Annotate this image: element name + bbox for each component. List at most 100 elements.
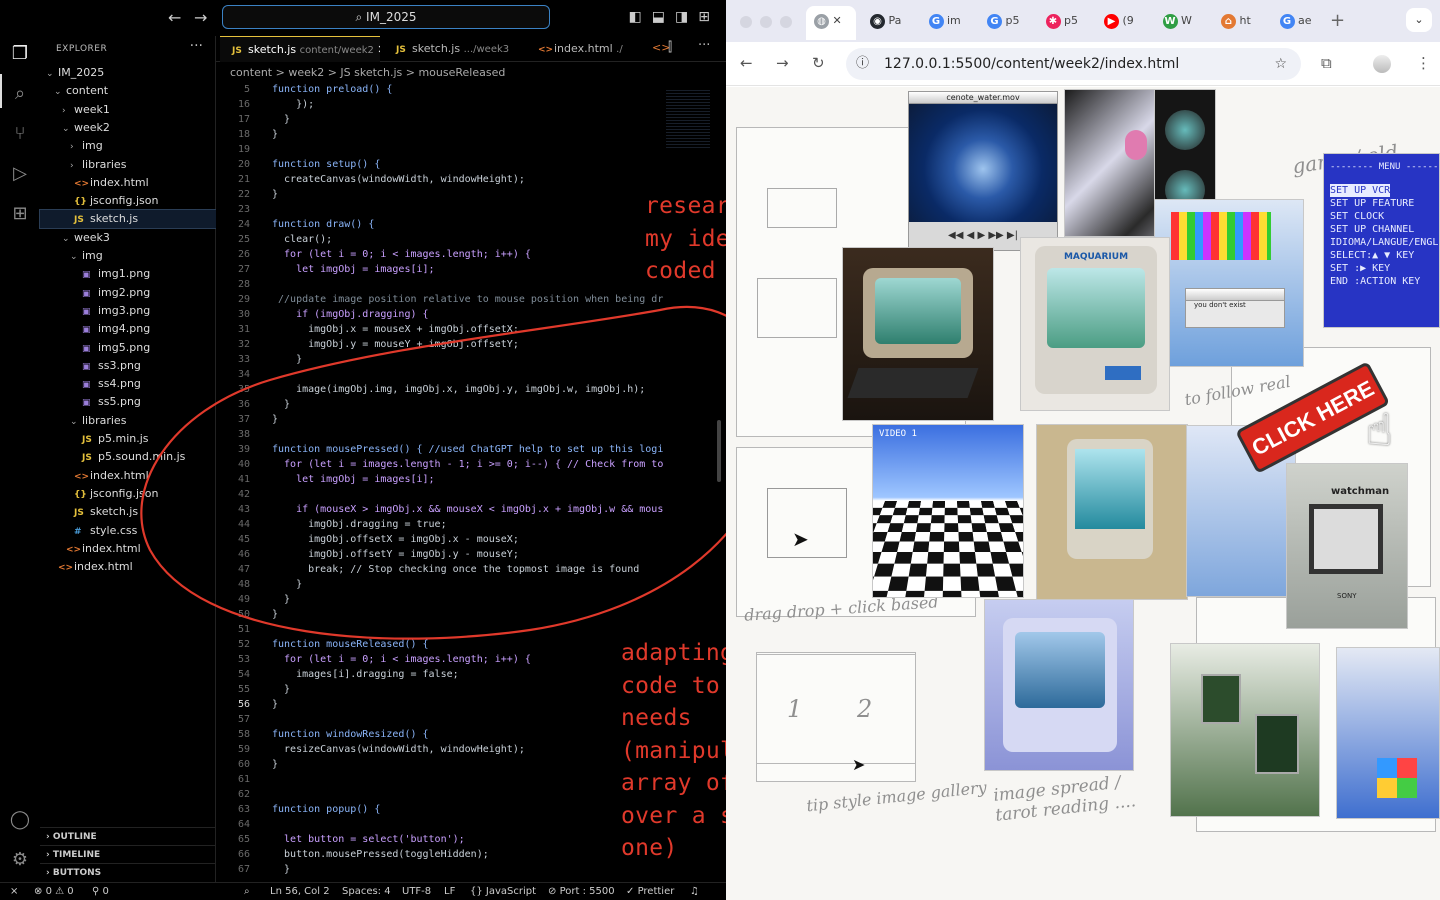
toggle-sidebar-icon[interactable]: ◧ [629, 9, 642, 25]
code-line[interactable]: 5 function preload() { [216, 82, 726, 97]
checkerboard-video-image: VIDEO 1 [872, 424, 1024, 598]
minimize-window-button[interactable] [760, 16, 772, 28]
code-text: button.mousePressed(toggleHidden); [272, 849, 489, 860]
close-icon[interactable]: ✕ [377, 43, 380, 56]
zoom-icon[interactable]: ⌕ [244, 883, 250, 900]
tab-sketch-week2[interactable]: JS sketch.js content/week2 ✕ [220, 36, 380, 62]
tree-item[interactable]: › img [40, 137, 216, 155]
code-line[interactable]: 17 } [216, 112, 726, 127]
cursor-position[interactable]: Ln 56, Col 2 [270, 883, 330, 900]
notifications-bell-icon[interactable]: ♫ [690, 883, 699, 900]
panel-label: TIMELINE [52, 850, 101, 860]
remote-icon[interactable]: ⨯ [10, 883, 18, 900]
command-center[interactable]: ⌕ IM_2025 [222, 5, 550, 29]
accounts-icon[interactable]: ◯ [8, 808, 32, 832]
tree-item[interactable]: ▣ img1.png [40, 265, 216, 283]
close-icon[interactable]: ✕ [833, 14, 842, 27]
breadcrumb[interactable]: content > week2 > JS sketch.js > mouseRe… [216, 64, 726, 82]
minimap[interactable] [666, 88, 710, 148]
browser-tab[interactable]: ▶ (9 [1104, 8, 1134, 34]
tab-index-html[interactable]: <>index.html ./ [526, 36, 646, 62]
browser-tab[interactable]: ✱ p5 [1045, 8, 1078, 34]
tree-item[interactable]: ⌄ week3 [40, 229, 216, 247]
address-bar[interactable]: ⓘ 127.0.0.1:5500/content/week2/index.htm… [846, 48, 1301, 80]
web-page-canvas[interactable]: game / old drag drop + click based image… [726, 87, 1440, 900]
explorer-icon[interactable]: ❐ [8, 42, 32, 66]
run-debug-icon[interactable]: ▷ [8, 162, 32, 186]
source-control-icon[interactable]: ⑂ [8, 122, 32, 146]
reload-icon[interactable]: ↻ [812, 54, 825, 72]
tab-search-icon[interactable]: ⌄ [1406, 8, 1432, 32]
maximize-window-button[interactable] [780, 16, 792, 28]
code-line[interactable]: 21 createCanvas(windowWidth, windowHeigh… [216, 172, 726, 187]
browser-tab[interactable]: ◉ Pa [870, 8, 901, 34]
toggle-panel-icon[interactable]: ⬓ [652, 9, 665, 25]
customize-layout-icon[interactable]: ⊞ [698, 9, 710, 25]
more-actions-icon[interactable]: ··· [698, 38, 710, 53]
fish-tank [1075, 449, 1145, 529]
code-line[interactable]: 19 [216, 142, 726, 157]
panel-outline[interactable]: › OUTLINE [40, 827, 216, 845]
tab-sketch-week3[interactable]: JS sketch.js .../week3 [384, 36, 524, 62]
encoding[interactable]: UTF-8 [402, 883, 431, 900]
tree-item[interactable]: ⌄ content [40, 82, 216, 100]
tree-item[interactable]: › libraries [40, 156, 216, 174]
sketch-note: 1 [787, 695, 803, 723]
eol[interactable]: LF [444, 883, 455, 900]
tree-item[interactable]: ⌄ IM_2025 [40, 64, 216, 82]
more-actions-icon[interactable]: ··· [190, 38, 203, 54]
tree-item[interactable]: JS sketch.js [39, 209, 217, 230]
new-tab-icon[interactable]: + [1330, 10, 1345, 31]
browser-tab[interactable]: ⌂ ht [1221, 8, 1251, 34]
bookmark-star-icon[interactable]: ☆ [1274, 48, 1287, 80]
browser-tab-label: p5 [1060, 14, 1078, 27]
search-icon[interactable]: ⌕ [8, 82, 32, 106]
settings-gear-icon[interactable]: ⚙ [8, 848, 32, 872]
code-line[interactable]: 18} [216, 127, 726, 142]
indentation[interactable]: Spaces: 4 [342, 883, 391, 900]
prettier-label: Prettier [637, 886, 675, 897]
ports-indicator[interactable]: ⚲ 0 [92, 883, 109, 900]
menu-kebab-icon[interactable]: ⋮ [1416, 54, 1431, 72]
image-file-icon: ▣ [82, 325, 91, 336]
browser-tab[interactable]: G ae [1279, 8, 1312, 34]
window-frame [1255, 714, 1299, 774]
back-arrow-icon[interactable]: ← [168, 8, 181, 27]
split-editor-icon[interactable]: ⫿ [668, 40, 672, 55]
menu-item: SET :▶ KEY [1330, 263, 1391, 274]
video-player-window[interactable]: cenote_water.mov ◀◀ ◀ ▶ ▶▶ ▶| [908, 91, 1058, 251]
panel-timeline[interactable]: › TIMELINE [40, 845, 216, 863]
system-dialog: you don't exist [1185, 288, 1285, 328]
line-number: 59 [237, 744, 250, 755]
live-server-port[interactable]: ⊘ Port : 5500 [548, 883, 615, 900]
language-label: JavaScript [485, 886, 537, 897]
panel-buttons[interactable]: › BUTTONS [40, 863, 216, 881]
forward-arrow-icon[interactable]: → [194, 8, 207, 27]
close-window-button[interactable] [740, 16, 752, 28]
js-file-icon: JS [232, 46, 242, 56]
tree-item[interactable]: ⌄ week2 [40, 119, 216, 137]
browser-tab[interactable]: G p5 [987, 8, 1019, 34]
line-number: 20 [237, 159, 250, 170]
forward-arrow-icon[interactable]: → [776, 54, 789, 72]
tree-item[interactable]: <>index.html [40, 174, 216, 192]
tree-item[interactable]: {} jsconfig.json [40, 192, 216, 210]
extensions-icon[interactable]: ⊞ [8, 202, 32, 226]
language-mode[interactable]: {} JavaScript [470, 883, 536, 900]
profile-avatar[interactable] [1373, 55, 1391, 73]
browser-tab-active[interactable]: ◍ ✕ [806, 6, 856, 40]
browser-tab[interactable]: G im [928, 8, 961, 34]
problems-indicator[interactable]: ⊗ 0 ⚠ 0 [34, 883, 74, 900]
menu-item: IDIOMA/LANGUE/ENGL [1330, 237, 1439, 248]
site-info-icon[interactable]: ⓘ [856, 48, 869, 80]
tree-item[interactable]: ⌄ img [40, 247, 216, 265]
prettier[interactable]: ✓ Prettier [626, 883, 674, 900]
code-line[interactable]: 20 function setup() { [216, 157, 726, 172]
back-arrow-icon[interactable]: ← [740, 54, 753, 72]
browser-tab[interactable]: W W [1162, 8, 1192, 34]
extensions-icon[interactable]: ⧉ [1321, 54, 1332, 72]
code-line[interactable]: 16 }); [216, 97, 726, 112]
toggle-secondary-sidebar-icon[interactable]: ◨ [675, 9, 688, 25]
tree-item[interactable]: › week1 [40, 101, 216, 119]
tree-item-label: week1 [74, 102, 110, 116]
